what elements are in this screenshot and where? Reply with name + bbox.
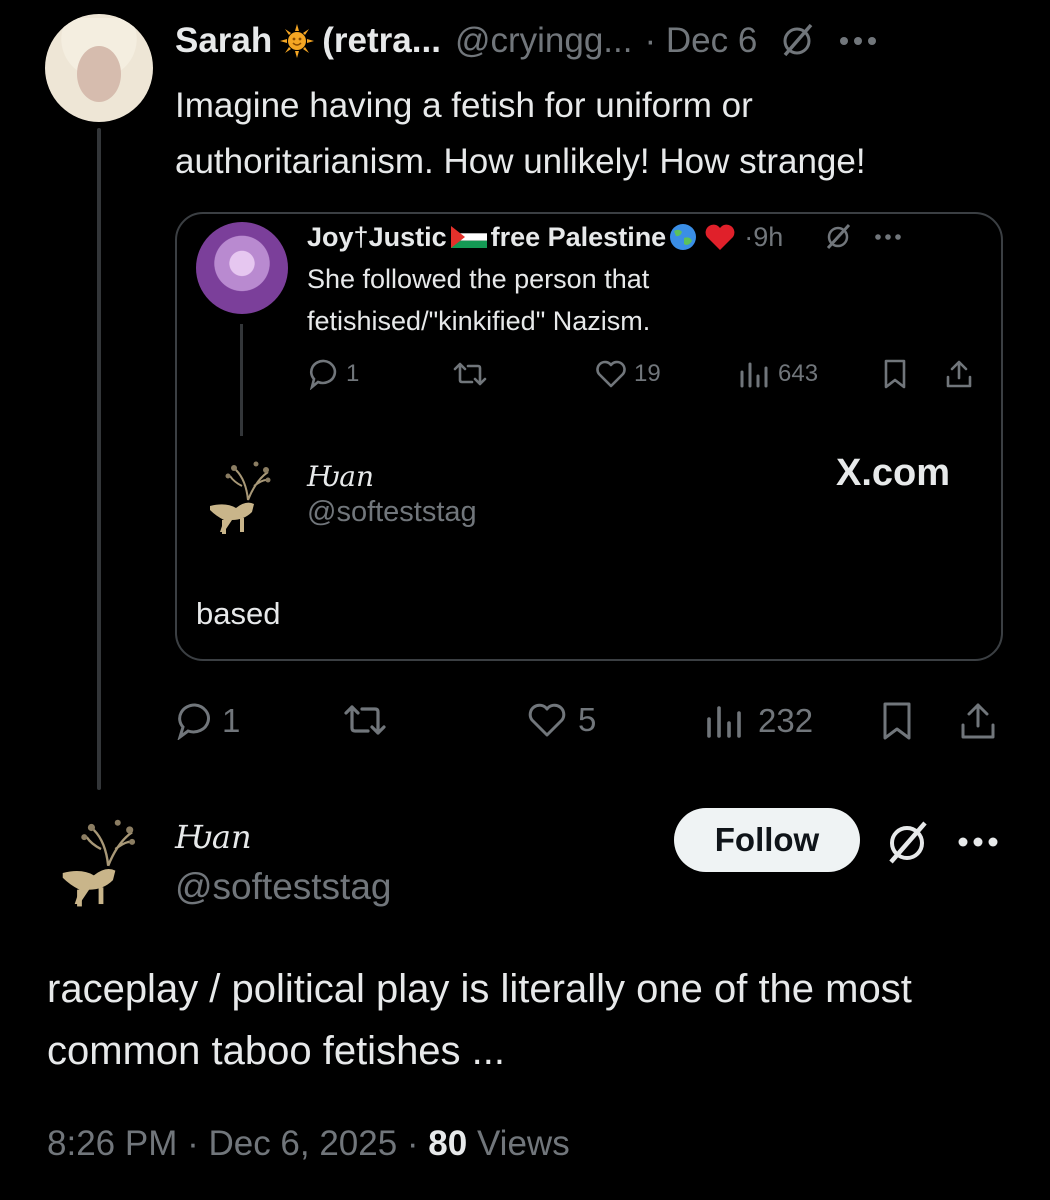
quoted-author-name[interactable]: Joy † Justic free Palestine ·9h [307, 218, 902, 256]
author-handle[interactable]: @cryingg... [455, 21, 633, 61]
reply-button[interactable]: 1 [176, 702, 240, 740]
post-text: Imagine having a fetish for uniform or a… [175, 86, 866, 181]
heart-icon [528, 703, 566, 737]
bookmark-icon [884, 359, 906, 389]
embedded-han-avatar[interactable] [196, 450, 288, 542]
reply-icon [177, 703, 210, 740]
views-icon [740, 362, 768, 388]
post-timestamp[interactable]: 8:26 PM · Dec 6, 2025 · [47, 1124, 428, 1163]
reply-author-name[interactable]: Ƕan [175, 818, 252, 856]
reply-icon [309, 359, 337, 390]
share-icon [946, 360, 972, 388]
views-button[interactable]: 232 [704, 702, 813, 740]
post-views-label: Views [467, 1124, 570, 1163]
like-count: 5 [578, 701, 597, 738]
author-name-suffix[interactable]: (retra... [322, 21, 441, 61]
author-name[interactable]: Sarah [175, 21, 272, 61]
grok-icon[interactable] [777, 21, 817, 61]
repost-icon [453, 362, 487, 386]
share-icon [961, 703, 995, 739]
globe-emoji-icon [668, 222, 698, 252]
more-options-icon[interactable] [958, 836, 998, 848]
reply-author-handle[interactable]: @softeststag [175, 866, 392, 908]
quoted-views-count: 643 [778, 360, 819, 387]
share-button[interactable] [958, 700, 998, 742]
sarah-avatar[interactable] [45, 14, 153, 122]
reply-count: 1 [222, 702, 241, 739]
post-header: Sarah (retra... @cryingg... · Dec 6 [175, 18, 877, 64]
quoted-text: She followed the person that fetishised/… [307, 264, 651, 336]
quoted-reply-button[interactable]: 1 [308, 358, 359, 390]
quoted-time[interactable]: ·9h [744, 222, 783, 253]
views-count: 232 [758, 702, 814, 739]
han-avatar[interactable] [46, 806, 156, 916]
palestine-flag-icon [450, 226, 487, 248]
thread-connector-line [97, 128, 101, 790]
quoted-reply-count: 1 [346, 360, 360, 387]
heart-icon [596, 360, 626, 388]
sun-emoji-icon [280, 24, 315, 58]
embedded-author-handle[interactable]: @softeststag [307, 496, 477, 529]
like-button[interactable]: 5 [526, 700, 596, 740]
quoted-name-part: free Palestine [490, 221, 667, 252]
more-options-icon[interactable] [839, 36, 877, 46]
bookmark-button[interactable] [880, 700, 914, 742]
views-icon [707, 706, 741, 738]
bookmark-icon [883, 702, 911, 740]
quoted-like-count: 19 [634, 360, 661, 387]
follow-button[interactable]: Follow [674, 808, 860, 872]
more-options-icon[interactable] [875, 233, 902, 241]
reply-text: raceplay / political play is literally o… [47, 967, 912, 1073]
quoted-name-part: Justic [368, 221, 447, 252]
quoted-share-button[interactable] [944, 358, 974, 390]
joy-avatar[interactable] [196, 222, 288, 314]
quoted-like-button[interactable]: 19 [594, 358, 661, 390]
embedded-author-name[interactable]: Ƕan [307, 460, 374, 493]
grok-icon[interactable] [882, 818, 932, 868]
quote-reply-text: based [196, 596, 281, 631]
repost-icon [344, 705, 386, 735]
deer-icon [62, 819, 136, 907]
quoted-repost-button[interactable] [452, 360, 488, 388]
heart-emoji-icon [704, 222, 736, 252]
quote-thread-line [240, 324, 243, 436]
quoted-bookmark-button[interactable] [882, 358, 908, 390]
deer-icon [210, 461, 271, 534]
cross-icon: † [353, 221, 369, 252]
post-date[interactable]: · Dec 6 [644, 21, 757, 61]
post-metadata: 8:26 PM · Dec 6, 2025 · 80 Views [47, 1124, 570, 1164]
grok-icon[interactable] [823, 222, 853, 252]
post-views-count: 80 [428, 1124, 468, 1163]
embed-site-label[interactable]: X.com [836, 452, 950, 495]
repost-button[interactable] [342, 702, 388, 738]
quoted-views-button[interactable]: 643 [738, 360, 818, 388]
quoted-name-part: Joy [307, 221, 354, 252]
